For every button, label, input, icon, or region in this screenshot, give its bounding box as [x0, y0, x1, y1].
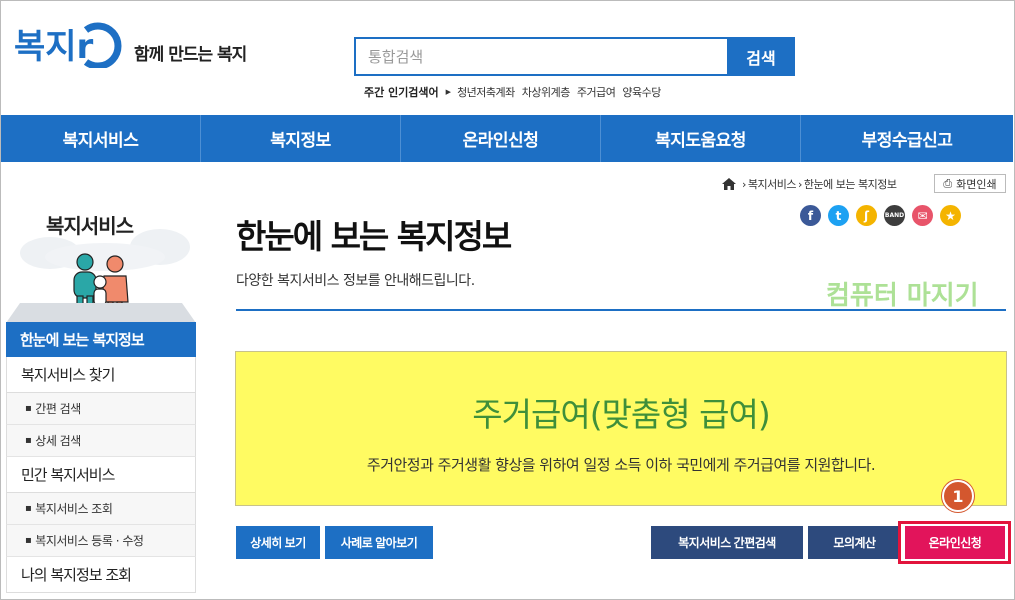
sidebar-item-active[interactable]: 한눈에 보는 복지정보 — [6, 322, 196, 357]
email-icon[interactable]: ✉ — [912, 205, 933, 226]
page-description: 다양한 복지서비스 정보를 안내해드립니다. — [236, 273, 475, 289]
title-divider — [236, 309, 1006, 311]
nav-item-online-apply[interactable]: 온라인신청 — [401, 115, 601, 162]
quick-search-button[interactable]: 복지서비스 간편검색 — [651, 526, 803, 559]
popular-keyword[interactable]: 청년저축계좌 — [457, 84, 515, 100]
sidebar-subitem-label: 간편 검색 — [35, 402, 81, 416]
page-title: 한눈에 보는 복지정보 — [236, 217, 512, 256]
chevron-right-icon: › — [742, 177, 746, 191]
site-logo[interactable]: 복지r — [14, 22, 124, 68]
breadcrumb: › 복지서비스 › 한눈에 보는 복지정보 — [722, 176, 897, 192]
bullet-icon: ▪ — [25, 535, 32, 546]
share-icons: f t ʃ BAND ✉ ★ — [800, 205, 968, 226]
sidebar-subitem-label: 복지서비스 조회 — [35, 502, 113, 516]
mock-calculation-button[interactable]: 모의계산 — [808, 526, 901, 559]
view-detail-button[interactable]: 상세히 보기 — [236, 526, 320, 559]
bullet-icon: ▪ — [25, 503, 32, 514]
logo-mark: 복지r — [14, 22, 122, 68]
sidebar-menu: 한눈에 보는 복지정보 복지서비스 찾기 ▪ 간편 검색 ▪ 상세 검색 민간 복지… — [6, 322, 196, 593]
kakaostory-icon[interactable]: ʃ — [856, 205, 877, 226]
nav-item-fraud-report[interactable]: 부정수급신고 — [801, 115, 1013, 162]
search-bar: 검색 — [354, 37, 795, 76]
main-nav: 복지서비스 복지정보 온라인신청 복지도움요청 부정수급신고 — [1, 115, 1013, 162]
sidebar-category[interactable]: 나의 복지정보 조회 — [6, 557, 196, 593]
search-input[interactable] — [354, 37, 727, 76]
nav-item-help-request[interactable]: 복지도움요청 — [601, 115, 801, 162]
play-arrow-icon: ▶ — [445, 88, 452, 96]
popular-keywords-label: 주간 인기검색어 — [364, 86, 439, 99]
printer-icon: ⎙ — [943, 176, 953, 190]
popular-keyword[interactable]: 양육수당 — [622, 84, 661, 100]
sidebar-subitem[interactable]: ▪ 상세 검색 — [6, 425, 196, 457]
sidebar-title: 복지서비스 — [46, 214, 134, 238]
view-cases-button[interactable]: 사례로 알아보기 — [325, 526, 433, 559]
bookmark-icon[interactable]: ★ — [940, 205, 961, 226]
watermark-text: 컴퓨터 마지기 — [826, 281, 979, 310]
sidebar-category[interactable]: 복지서비스 찾기 — [6, 357, 196, 393]
nav-item-welfare-service[interactable]: 복지서비스 — [1, 115, 201, 162]
sidebar-platform — [6, 303, 196, 323]
bullet-icon: ▪ — [25, 435, 32, 446]
step-number-badge: 1 — [942, 480, 974, 512]
popular-keyword[interactable]: 주거급여 — [577, 84, 616, 100]
print-label: 화면인쇄 — [956, 177, 997, 191]
chevron-right-icon: › — [798, 177, 802, 191]
site-slogan: 함께 만드는 복지 — [134, 45, 247, 65]
sidebar-subitem-label: 복지서비스 등록 · 수정 — [35, 534, 144, 548]
home-icon[interactable] — [722, 178, 736, 190]
popular-keyword[interactable]: 차상위계층 — [522, 84, 571, 100]
watermark-decoration: 컴퓨터 마지기 — [826, 281, 979, 310]
sidebar-subitem[interactable]: ▪ 복지서비스 등록 · 수정 — [6, 525, 196, 557]
facebook-icon[interactable]: f — [800, 205, 821, 226]
sidebar-subitem-label: 상세 검색 — [35, 434, 81, 448]
sidebar-subitem[interactable]: ▪ 복지서비스 조회 — [6, 493, 196, 525]
service-title: 주거급여(맞춤형 급여) — [472, 395, 770, 434]
service-description: 주거안정과 주거생활 향상을 위하여 일정 소득 이하 국민에게 주거급여를 지… — [366, 456, 876, 474]
print-button[interactable]: ⎙ 화면인쇄 — [934, 174, 1006, 193]
service-summary-box: 주거급여(맞춤형 급여) 주거안정과 주거생활 향상을 위하여 일정 소득 이하… — [235, 351, 1007, 506]
bullet-icon: ▪ — [25, 403, 32, 414]
breadcrumb-item[interactable]: 복지서비스 — [748, 176, 797, 192]
twitter-icon[interactable]: t — [828, 205, 849, 226]
online-apply-button[interactable]: 온라인신청 — [905, 526, 1005, 559]
breadcrumb-item-current: 한눈에 보는 복지정보 — [803, 178, 897, 191]
logo-text: 복지r — [14, 27, 94, 67]
sidebar-subitem[interactable]: ▪ 간편 검색 — [6, 393, 196, 425]
nav-item-welfare-info[interactable]: 복지정보 — [201, 115, 401, 162]
search-button[interactable]: 검색 — [727, 37, 795, 76]
sidebar-category[interactable]: 민간 복지서비스 — [6, 457, 196, 493]
popular-keywords: 주간 인기검색어 ▶ 청년저축계좌 차상위계층 주거급여 양육수당 — [364, 84, 668, 100]
band-icon[interactable]: BAND — [884, 205, 905, 226]
